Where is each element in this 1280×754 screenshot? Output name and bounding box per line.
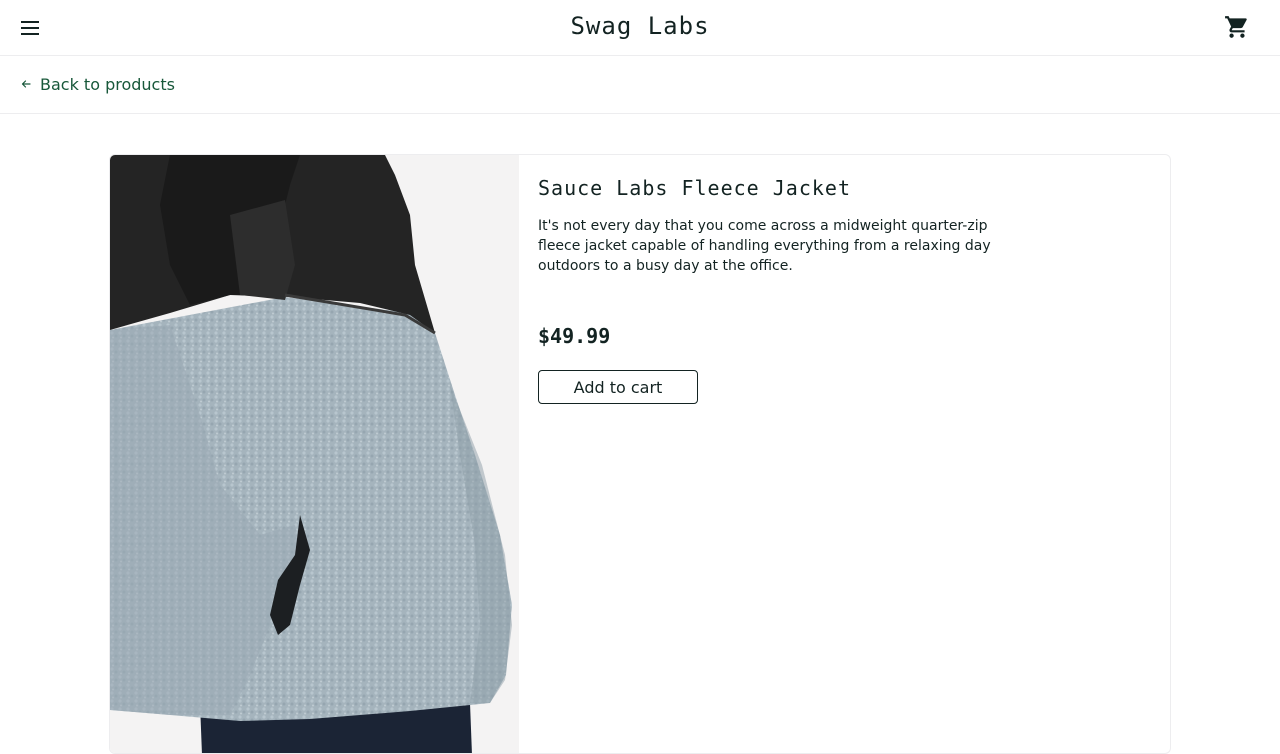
product-details: Sauce Labs Fleece Jacket It's not every … [538, 173, 1008, 404]
product-description: It's not every day that you come across … [538, 218, 991, 274]
back-to-products-label: Back to products [40, 74, 175, 94]
shopping-cart-link[interactable] [1224, 14, 1250, 40]
fleece-jacket-image [110, 155, 519, 753]
shopping-cart-icon [1225, 16, 1247, 38]
arrow-left-icon [21, 80, 31, 88]
product-details-card: Sauce Labs Fleece Jacket It's not every … [109, 154, 1171, 754]
add-to-cart-button[interactable]: Add to cart [538, 370, 698, 404]
primary-header: Swag Labs [0, 0, 1280, 56]
product-image [110, 155, 519, 753]
product-name: Sauce Labs Fleece Jacket [538, 176, 851, 200]
product-price: $49.99 [538, 324, 611, 348]
app-logo-title: Swag Labs [570, 12, 710, 40]
back-to-products-button[interactable]: Back to products [20, 73, 175, 95]
secondary-header: Back to products [0, 56, 1280, 114]
